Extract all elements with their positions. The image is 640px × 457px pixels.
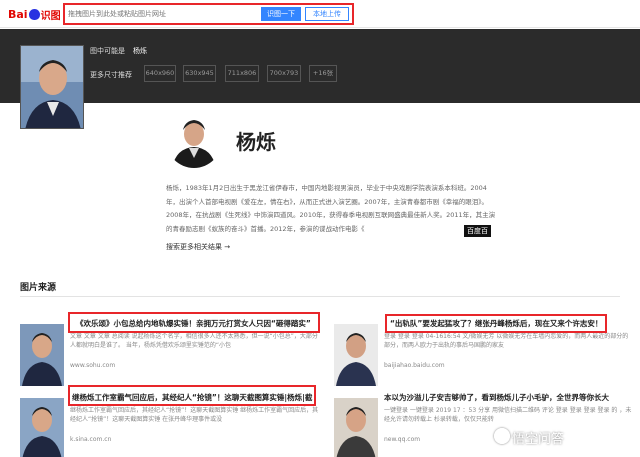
result-desc: 一键登录 一键登录 2019 17 ：53 分享 用微信扫描二维码 评论 登录 … xyxy=(384,407,632,423)
identify-button[interactable]: 识图一下 xyxy=(261,7,301,21)
size-option[interactable]: 700x793 xyxy=(267,65,301,82)
more-sizes-label: 更多尺寸推荐 xyxy=(90,71,132,79)
watermark: 悟空问答 xyxy=(512,432,565,447)
result-thumbnail[interactable] xyxy=(20,324,64,386)
size-option-more[interactable]: +16张 xyxy=(309,65,337,82)
result-thumbnail[interactable] xyxy=(334,398,378,457)
search-input[interactable] xyxy=(68,7,260,21)
local-upload-button[interactable]: 本地上传 xyxy=(305,7,349,21)
baidu-shitu-logo[interactable]: Bai 识图 xyxy=(8,6,61,22)
section-title: 图片来源 xyxy=(20,283,57,293)
highlight-box xyxy=(385,314,607,333)
result-url: baijiahao.baidu.com xyxy=(384,362,445,369)
highlight-box xyxy=(68,312,320,333)
result-thumbnail[interactable] xyxy=(334,324,378,386)
result-url: www.sohu.com xyxy=(70,362,116,369)
search-box: 识图一下 本地上传 xyxy=(63,3,354,25)
search-more-link[interactable]: 搜索更多相关结果 → xyxy=(166,242,230,252)
size-option[interactable]: 640x960 xyxy=(144,65,176,82)
result-card[interactable]: 本以为沙溢儿子安吉够帅了，看到杨烁儿子小毛驴，全世界等你长大 一键登录 一键登录… xyxy=(334,392,634,457)
person-photo[interactable] xyxy=(166,112,222,168)
result-thumbnail[interactable] xyxy=(20,398,64,457)
size-option[interactable]: 630x945 xyxy=(183,65,216,82)
result-desc: 登录 登录 登录 04-1616:54 文/微娱无芳 以微娱无芳在车墙内恋爱的，… xyxy=(384,333,629,349)
result-title[interactable]: 本以为沙溢儿子安吉够帅了，看到杨烁儿子小毛驴，全世界等你长大 xyxy=(384,392,634,403)
baidu-baike-link[interactable]: 百度百 xyxy=(464,225,491,237)
size-option[interactable]: 711x806 xyxy=(225,65,259,82)
result-url: k.sina.com.cn xyxy=(70,436,112,443)
query-image-header: 图中可能是 杨烁 更多尺寸推荐 640x960 630x945 711x806 7… xyxy=(0,29,640,129)
result-desc: 文章 文章 文章 总阅读 说起杨烁这个名字，相信很多人还不太熟悉，但一说“小包总… xyxy=(70,333,318,349)
top-bar: Bai 识图 识图一下 本地上传 xyxy=(0,0,640,28)
result-desc: 继杨烁工作室霸气回应后，其经纪人“抢镜”！这聊天截图算实锤 继杨烁工作室霸气回应… xyxy=(70,407,319,423)
person-bio: 杨烁，1983年1月2日出生于黑龙江省伊春市，中国内地影视男演员，毕业于中央戏剧… xyxy=(166,184,496,233)
person-name: 杨烁 xyxy=(236,130,276,154)
possible-person: 图中可能是 杨烁 xyxy=(90,47,147,55)
wukong-logo-icon xyxy=(494,428,510,444)
highlight-box xyxy=(68,385,316,406)
divider xyxy=(20,296,620,297)
query-image-thumbnail[interactable] xyxy=(20,45,84,129)
result-url: new.qq.com xyxy=(384,436,421,443)
paw-icon xyxy=(28,8,40,20)
possible-person-name[interactable]: 杨烁 xyxy=(133,47,147,55)
